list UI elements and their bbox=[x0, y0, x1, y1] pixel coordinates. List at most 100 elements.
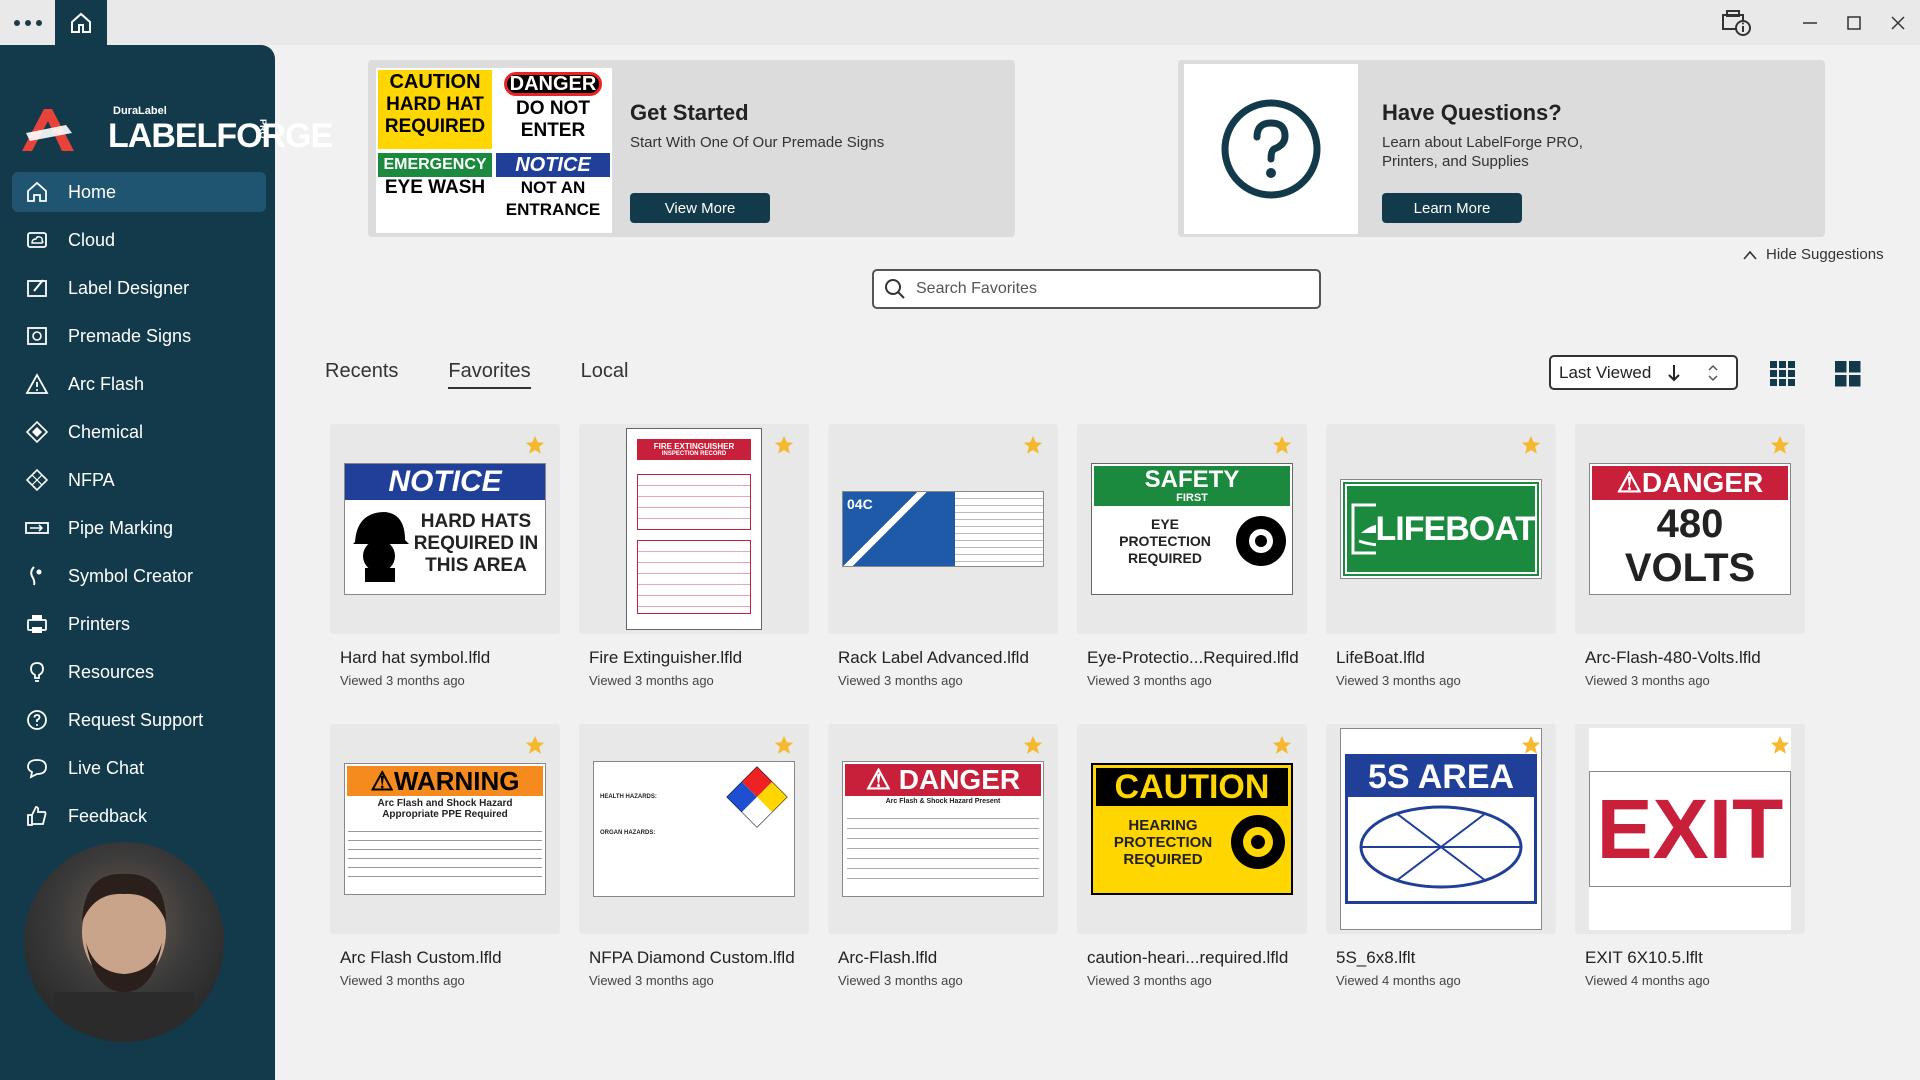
file-thumbnail[interactable]: LIFEBOAT bbox=[1326, 424, 1556, 634]
file-card[interactable]: 04C Rack Label Advanced.lfld Viewed 3 mont… bbox=[828, 424, 1058, 688]
sidebar-item-label: Printers bbox=[68, 613, 131, 634]
file-thumbnail[interactable]: FIRE EXTINGUISHER INSPECTION RECORD bbox=[579, 424, 809, 634]
sidebar-item-arc-flash[interactable]: Arc Flash bbox=[12, 364, 266, 404]
search-input[interactable] bbox=[916, 280, 1296, 298]
file-card[interactable]: CAUTION HEARING PROTECTION REQUIRED caution-… bbox=[1077, 724, 1307, 988]
file-name: EXIT 6X10.5.lflt bbox=[1585, 948, 1703, 967]
file-card[interactable]: ⚠WARNING Arc Flash and Shock Hazard Approp… bbox=[330, 724, 560, 988]
sidebar-item-feedback[interactable]: Feedback bbox=[12, 796, 266, 836]
sidebar-item-printers[interactable]: Printers bbox=[12, 604, 266, 644]
file-card[interactable]: NOTICE HARD HATS REQUIRED IN THIS AREA Hard … bbox=[330, 424, 560, 688]
sidebar-item-home[interactable]: Home bbox=[12, 172, 266, 212]
thumbnail-graphic: ⚠ DANGER bbox=[845, 764, 1041, 796]
thumbnail-graphic bbox=[726, 766, 788, 828]
sidebar-item-cloud[interactable]: Cloud bbox=[12, 220, 266, 260]
printer-status-button[interactable] bbox=[1714, 0, 1758, 45]
sidebar-item-chemical[interactable]: Chemical bbox=[12, 412, 266, 452]
favorite-star-icon[interactable] bbox=[1271, 434, 1293, 456]
sort-select[interactable]: Last Viewed bbox=[1549, 355, 1738, 390]
file-card[interactable]: SAFETY FIRST EYE PROTECTION REQUIRED Eye-Prot… bbox=[1077, 424, 1307, 688]
file-viewed: Viewed 3 months ago bbox=[1087, 973, 1212, 988]
maximize-button[interactable] bbox=[1832, 0, 1876, 45]
chat-icon bbox=[24, 755, 50, 781]
file-card[interactable]: FIRE EXTINGUISHER INSPECTION RECORD Fire E… bbox=[579, 424, 809, 688]
thumbnail-graphic bbox=[637, 540, 751, 614]
file-thumbnail[interactable]: ⚠DANGER 480 VOLTS bbox=[1575, 424, 1805, 634]
file-thumbnail[interactable]: ⚠WARNING Arc Flash and Shock Hazard Approp… bbox=[330, 724, 560, 934]
lightbulb-icon bbox=[24, 659, 50, 685]
sidebar-item-request-support[interactable]: Request Support bbox=[12, 700, 266, 740]
favorite-star-icon[interactable] bbox=[773, 434, 795, 456]
thumbnail-graphic: ⚠DANGER 480 VOLTS bbox=[1589, 463, 1791, 595]
favorite-star-icon[interactable] bbox=[1520, 434, 1542, 456]
file-thumbnail[interactable]: HEALTH HAZARDS: ORGAN HAZARDS: bbox=[579, 724, 809, 934]
label-designer-icon bbox=[24, 275, 50, 301]
favorite-star-icon[interactable] bbox=[524, 734, 546, 756]
file-thumbnail[interactable]: 04C bbox=[828, 424, 1058, 634]
file-viewed: Viewed 3 months ago bbox=[340, 973, 465, 988]
thumbnail-graphic bbox=[955, 492, 1043, 566]
favorite-star-icon[interactable] bbox=[1022, 434, 1044, 456]
tab-local[interactable]: Local bbox=[581, 360, 629, 389]
close-button[interactable] bbox=[1876, 0, 1920, 45]
thumbnail-graphic: HARD HATS REQUIRED IN THIS AREA bbox=[411, 511, 541, 577]
thumbnail-text: FIRST bbox=[1176, 492, 1208, 504]
sidebar-item-nfpa[interactable]: NFPA bbox=[12, 460, 266, 500]
more-menu-button[interactable] bbox=[0, 0, 55, 45]
question-graphic bbox=[1184, 64, 1358, 234]
tab-recents[interactable]: Recents bbox=[325, 360, 398, 389]
thumbnail-graphic: FIRE EXTINGUISHER INSPECTION RECORD bbox=[626, 428, 762, 630]
file-card[interactable]: HEALTH HAZARDS: ORGAN HAZARDS: NFPA Diamon… bbox=[579, 724, 809, 988]
large-grid-view-button[interactable] bbox=[1835, 361, 1861, 387]
favorite-star-icon[interactable] bbox=[1769, 434, 1791, 456]
favorite-star-icon[interactable] bbox=[1769, 734, 1791, 756]
small-grid-icon bbox=[1770, 361, 1795, 386]
favorite-star-icon[interactable] bbox=[524, 434, 546, 456]
sidebar-item-label-designer[interactable]: Label Designer bbox=[12, 268, 266, 308]
minimize-button[interactable] bbox=[1788, 0, 1832, 45]
sidebar-item-premade-signs[interactable]: Premade Signs bbox=[12, 316, 266, 356]
thumbnail-graphic bbox=[1236, 516, 1286, 566]
file-thumbnail[interactable]: 5S AREA bbox=[1326, 724, 1556, 934]
file-thumbnail[interactable]: CAUTION HEARING PROTECTION REQUIRED bbox=[1077, 724, 1307, 934]
thumbnail-graphic: 04C bbox=[842, 491, 1044, 567]
logo-mark-icon bbox=[22, 109, 74, 151]
file-thumbnail[interactable]: NOTICE HARD HATS REQUIRED IN THIS AREA bbox=[330, 424, 560, 634]
file-thumbnail[interactable]: ⚠ DANGER Arc Flash & Shock Hazard Present bbox=[828, 724, 1058, 934]
favorite-star-icon[interactable] bbox=[1520, 734, 1542, 756]
thumbnail-text: REQUIRED IN bbox=[413, 533, 539, 554]
arrow-down-icon bbox=[1668, 364, 1681, 381]
get-started-card: CAUTION HARD HAT REQUIRED DANGER DO NOT … bbox=[368, 60, 1015, 237]
thumbnail-graphic bbox=[1231, 815, 1285, 869]
large-grid-icon bbox=[1835, 361, 1861, 387]
thumbnail-text: Arc Flash and Shock Hazard bbox=[377, 798, 513, 809]
small-grid-view-button[interactable] bbox=[1770, 361, 1796, 387]
sidebar-item-live-chat[interactable]: Live Chat bbox=[12, 748, 266, 788]
learn-more-button[interactable]: Learn More bbox=[1382, 193, 1522, 223]
favorite-star-icon[interactable] bbox=[1271, 734, 1293, 756]
favorite-star-icon[interactable] bbox=[1022, 734, 1044, 756]
sidebar-item-symbol-creator[interactable]: Symbol Creator bbox=[12, 556, 266, 596]
tab-favorites[interactable]: Favorites bbox=[448, 360, 531, 389]
sidebar-item-resources[interactable]: Resources bbox=[12, 652, 266, 692]
file-card[interactable]: 5S AREA 5S_6x8.lflt Viewed 4 months ago bbox=[1326, 724, 1556, 988]
home-tab[interactable] bbox=[55, 0, 107, 45]
nfpa-diamond-icon bbox=[24, 467, 50, 493]
hide-suggestions-toggle[interactable]: Hide Suggestions bbox=[1742, 246, 1884, 263]
file-viewed: Viewed 3 months ago bbox=[1585, 673, 1710, 688]
thumbnail-graphic: ⚠WARNING Arc Flash and Shock Hazard Approp… bbox=[344, 763, 546, 895]
file-thumbnail[interactable]: EXIT bbox=[1575, 724, 1805, 934]
file-thumbnail[interactable]: SAFETY FIRST EYE PROTECTION REQUIRED bbox=[1077, 424, 1307, 634]
favorite-star-icon[interactable] bbox=[773, 734, 795, 756]
sidebar-item-label: Cloud bbox=[68, 229, 116, 250]
file-card[interactable]: ⚠ DANGER Arc Flash & Shock Hazard Present… bbox=[828, 724, 1058, 988]
thumbnail-text: 04C bbox=[843, 492, 955, 566]
file-card[interactable]: ⚠DANGER 480 VOLTS Arc-Flash-480-Volts.lfld V… bbox=[1575, 424, 1805, 688]
thumbnail-graphic: NOTICE HARD HATS REQUIRED IN THIS AREA bbox=[344, 463, 546, 595]
file-card[interactable]: LIFEBOAT LifeBoat.lfld Viewed 3 months ago bbox=[1326, 424, 1556, 688]
file-card[interactable]: EXIT EXIT 6X10.5.lflt Viewed 4 months ago bbox=[1575, 724, 1805, 988]
view-more-button[interactable]: View More bbox=[630, 193, 770, 223]
sign-emergency: EMERGENCY EYE WASH bbox=[378, 152, 492, 231]
search-favorites bbox=[872, 269, 1321, 309]
sidebar-item-pipe-marking[interactable]: Pipe Marking bbox=[12, 508, 266, 548]
